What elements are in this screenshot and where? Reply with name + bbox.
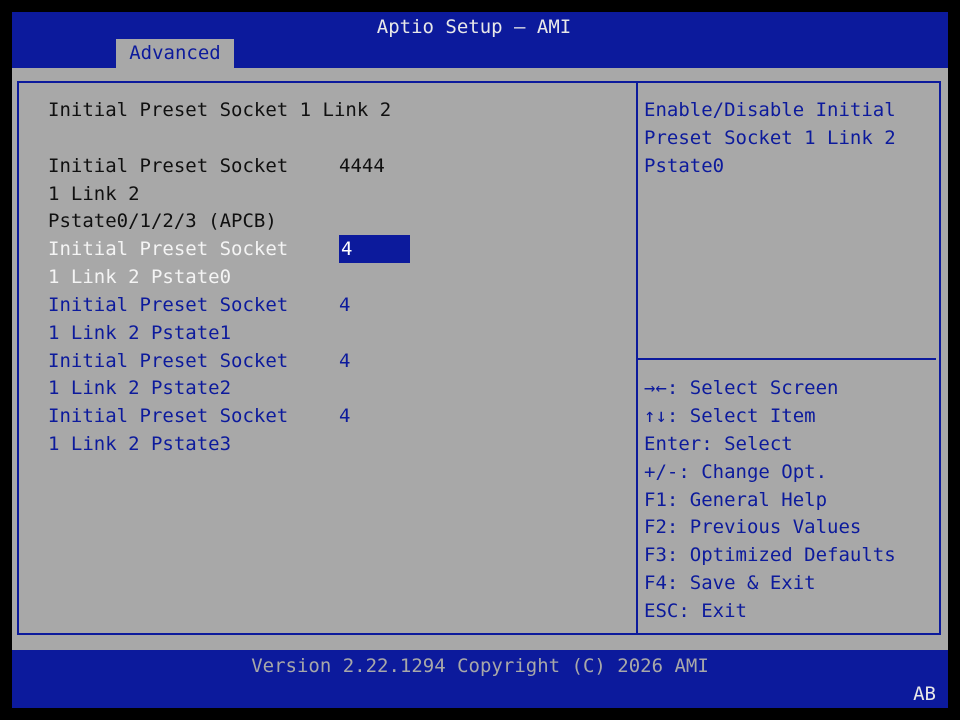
- option-label-line[interactable]: 1 Link 2 Pstate1: [48, 319, 231, 347]
- help-line: Pstate0: [644, 155, 725, 177]
- option-value-selected[interactable]: 4: [339, 235, 410, 263]
- bios-screen: Aptio Setup – AMI Advanced Initial Prese…: [12, 12, 948, 708]
- key-select-screen: →←: Select Screen: [644, 374, 838, 402]
- option-label-line[interactable]: 1 Link 2 Pstate0: [48, 263, 231, 291]
- version-text: Version 2.22.1294 Copyright (C) 2026 AMI: [251, 655, 709, 677]
- info-item-label-line: Pstate0/1/2/3 (APCB): [48, 210, 277, 232]
- tab-advanced[interactable]: Advanced: [116, 39, 234, 68]
- option-value[interactable]: 4: [339, 402, 350, 430]
- option-value[interactable]: 4: [339, 291, 350, 319]
- info-item-label-line: Initial Preset Socket: [48, 155, 289, 177]
- title-bar: Aptio Setup – AMI Advanced: [12, 12, 948, 68]
- arrows-left-right-icon: →←:: [644, 377, 679, 399]
- footer-bar: Version 2.22.1294 Copyright (C) 2026 AMI…: [12, 650, 948, 708]
- key-label: ESC:: [644, 600, 690, 622]
- key-label: F1:: [644, 489, 679, 511]
- key-f1: F1: General Help: [644, 486, 827, 514]
- option-label-line[interactable]: 1 Link 2 Pstate2: [48, 374, 231, 402]
- option-label-line[interactable]: Initial Preset Socket: [48, 347, 288, 375]
- key-desc: Exit: [689, 600, 747, 622]
- option-value[interactable]: 4: [339, 347, 350, 375]
- key-desc: Save & Exit: [678, 572, 816, 594]
- option-label-line[interactable]: Initial Preset Socket: [48, 402, 288, 430]
- help-line: Preset Socket 1 Link 2: [644, 127, 896, 149]
- section-title: Initial Preset Socket 1 Link 2: [48, 99, 392, 121]
- help-divider: [638, 358, 936, 360]
- corner-label: AB: [913, 683, 936, 705]
- key-enter: Enter: Select: [644, 430, 793, 458]
- key-label: F3:: [644, 544, 679, 566]
- key-f3: F3: Optimized Defaults: [644, 541, 896, 569]
- option-label-line[interactable]: 1 Link 2 Pstate3: [48, 430, 231, 458]
- help-line: Enable/Disable Initial: [644, 99, 896, 121]
- key-f4: F4: Save & Exit: [644, 569, 816, 597]
- key-desc: Change Opt.: [689, 461, 828, 483]
- key-desc: Select Item: [678, 405, 816, 427]
- info-item-label-line: 1 Link 2: [48, 183, 140, 205]
- key-label: Enter:: [644, 433, 713, 455]
- key-desc: General Help: [678, 489, 828, 511]
- arrows-up-down-icon: ↑↓:: [644, 405, 679, 427]
- option-label-line[interactable]: Initial Preset Socket: [48, 291, 288, 319]
- app-title: Aptio Setup – AMI: [376, 16, 572, 38]
- key-desc: Select Screen: [678, 377, 839, 399]
- key-desc: Previous Values: [678, 516, 862, 538]
- info-item-value: 4444: [339, 155, 385, 177]
- key-esc: ESC: Exit: [644, 597, 747, 625]
- option-label-line[interactable]: Initial Preset Socket: [48, 235, 288, 263]
- key-desc: Select: [712, 433, 793, 455]
- key-label: +/-:: [644, 461, 690, 483]
- key-desc: Optimized Defaults: [678, 544, 896, 566]
- key-f2: F2: Previous Values: [644, 513, 861, 541]
- key-label: F2:: [644, 516, 679, 538]
- key-change-opt: +/-: Change Opt.: [644, 458, 827, 486]
- key-label: F4:: [644, 572, 679, 594]
- key-select-item: ↑↓: Select Item: [644, 402, 816, 430]
